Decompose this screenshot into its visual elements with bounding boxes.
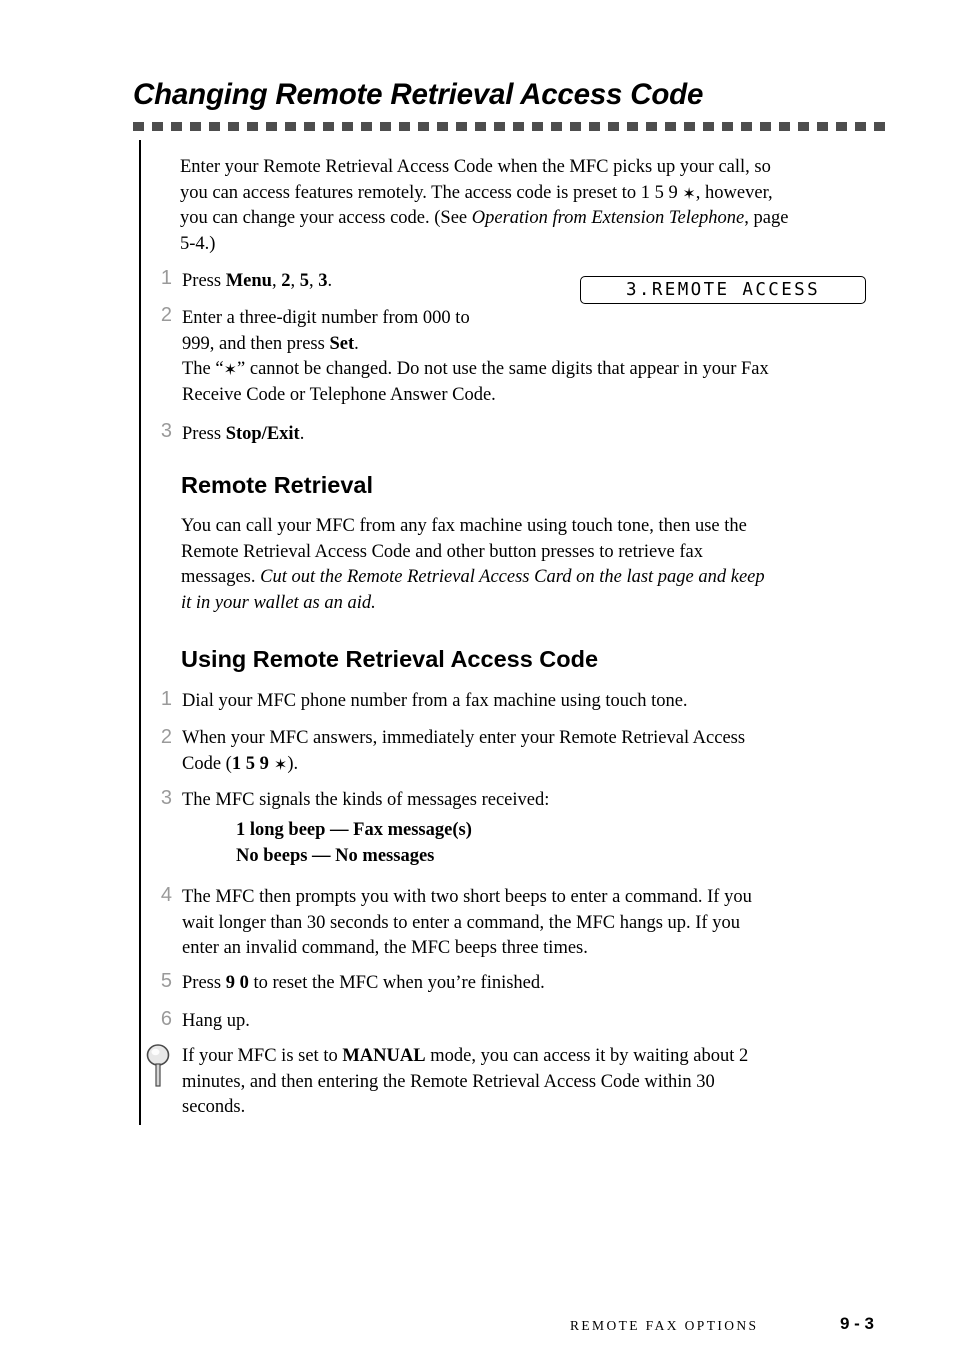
using-step-4-line-3: enter an invalid command, the MFC beeps … bbox=[182, 938, 588, 959]
step-1-key-menu: Menu bbox=[225, 271, 272, 291]
rr-line-3-italic: Cut out the Remote Retrieval Access Card… bbox=[260, 567, 765, 588]
using-step-2-line-1: When your MFC answers, immediately enter… bbox=[182, 728, 746, 748]
using-step-2-text: When your MFC answers, immediately enter… bbox=[182, 726, 888, 777]
intro-reference-italic: Operation from Extension Telephone bbox=[471, 208, 745, 229]
step-number-3: 3 bbox=[160, 420, 172, 442]
note-line-2: minutes, and then entering the Remote Re… bbox=[182, 1071, 715, 1092]
step-2-line-2-pre: 999, and then press bbox=[182, 333, 330, 354]
step-number-1: 1 bbox=[160, 267, 172, 289]
using-step-1-line-1: Dial your MFC phone number from a fax ma… bbox=[182, 691, 688, 711]
intro-line-3a: you can change your access code. (See bbox=[180, 208, 472, 229]
left-vertical-rule bbox=[139, 140, 141, 1125]
remote-retrieval-paragraph: You can call your MFC from any fax machi… bbox=[181, 514, 893, 616]
using-step-2-line-2-post: ). bbox=[287, 753, 299, 774]
step-3-pre: Press bbox=[182, 424, 226, 444]
using-step-number-6: 6 bbox=[160, 1008, 172, 1030]
using-step-number-1: 1 bbox=[160, 688, 172, 710]
using-step-2-line-2-pre: Code ( bbox=[182, 753, 232, 774]
using-step-5-text: Press 9 0 to reset the MFC when you’re f… bbox=[182, 971, 888, 997]
beep-no-messages: No beeps — No messages bbox=[236, 845, 435, 866]
using-step-number-3: 3 bbox=[160, 787, 172, 809]
note-pin-icon bbox=[146, 1044, 170, 1087]
rr-line-3-pre: messages. bbox=[181, 567, 261, 588]
using-step-number-5: 5 bbox=[160, 970, 172, 992]
using-step-number-2: 2 bbox=[160, 726, 172, 748]
manual-page: Changing Remote Retrieval Access Code En… bbox=[0, 0, 954, 1368]
step-2-line-2-post: . bbox=[354, 333, 359, 354]
intro-line-1: Enter your Remote Retrieval Access Code … bbox=[180, 157, 771, 177]
note-line-3: seconds. bbox=[182, 1097, 246, 1118]
using-step-2-code: 1 5 9 bbox=[231, 753, 269, 774]
step-1-sep3: , bbox=[308, 271, 319, 291]
intro-line-3b: , page bbox=[744, 208, 789, 229]
intro-line-2b: , however, bbox=[695, 182, 773, 203]
using-step-4-line-2: wait longer than 30 seconds to enter a c… bbox=[182, 912, 740, 933]
asterisk-glyph: ✶ bbox=[682, 183, 696, 203]
lcd-display: 3.REMOTE ACCESS bbox=[580, 276, 866, 304]
rr-line-1: You can call your MFC from any fax machi… bbox=[181, 516, 747, 536]
footer-page-number: 9 - 3 bbox=[840, 1314, 875, 1333]
step-3-post: . bbox=[299, 424, 305, 444]
step-2-line-3-post: ” cannot be changed. Do not use the same… bbox=[237, 359, 769, 380]
note-text: If your MFC is set to MANUAL mode, you c… bbox=[182, 1044, 888, 1121]
step-2-line-4: Receive Code or Telephone Answer Code. bbox=[182, 384, 496, 405]
using-step-5-post: to reset the MFC when you’re finished. bbox=[248, 973, 545, 993]
intro-line-2a: you can access features remotely. The ac… bbox=[180, 182, 683, 203]
step-2-line-1: Enter a three-digit number from 000 to bbox=[182, 308, 470, 328]
rr-line-4-italic: it in your wallet as an aid. bbox=[181, 592, 376, 613]
step-3-text: Press Stop/Exit. bbox=[182, 422, 582, 448]
step-1-sep2: , bbox=[290, 271, 300, 291]
using-step-6-text: Hang up. bbox=[182, 1009, 888, 1035]
using-step-3-bullets: 1 long beep — Fax message(s) No beeps — … bbox=[236, 818, 836, 869]
heading-using-remote-retrieval-access-code: Using Remote Retrieval Access Code bbox=[181, 646, 599, 672]
intro-line-4: 5-4.) bbox=[180, 233, 216, 254]
rr-line-2: Remote Retrieval Access Code and other b… bbox=[181, 541, 703, 562]
using-step-1-text: Dial your MFC phone number from a fax ma… bbox=[182, 689, 882, 715]
heading-remote-retrieval: Remote Retrieval bbox=[181, 472, 373, 498]
page-title: Changing Remote Retrieval Access Code bbox=[133, 78, 704, 111]
note-line-1-post: mode, you can access it by waiting about… bbox=[425, 1046, 749, 1066]
using-step-3-line-1: The MFC signals the kinds of messages re… bbox=[182, 790, 550, 810]
footer-section-label: REMOTE FAX OPTIONS bbox=[570, 1318, 759, 1333]
asterisk-glyph: ✶ bbox=[268, 754, 288, 774]
using-step-4-line-1: The MFC then prompts you with two short … bbox=[182, 887, 752, 907]
beep-fax-message: 1 long beep — Fax message(s) bbox=[236, 820, 472, 840]
using-step-5-pre: Press bbox=[182, 973, 226, 993]
step-1-sep1: , bbox=[271, 271, 282, 291]
step-3-key-stop-exit: Stop/Exit bbox=[225, 424, 300, 444]
note-line-1-pre: If your MFC is set to bbox=[182, 1046, 343, 1066]
intro-paragraph: Enter your Remote Retrieval Access Code … bbox=[180, 155, 892, 257]
step-2-text: Enter a three-digit number from 000 to 9… bbox=[182, 306, 888, 408]
step-2-key-set: Set bbox=[329, 333, 355, 354]
note-manual-mode: MANUAL bbox=[342, 1046, 426, 1066]
using-step-3-text: The MFC signals the kinds of messages re… bbox=[182, 788, 888, 814]
step-number-2: 2 bbox=[160, 304, 172, 326]
title-dashed-rule bbox=[133, 122, 889, 131]
step-1-post: . bbox=[327, 271, 333, 291]
step-1-text: Press Menu, 2, 5, 3. bbox=[182, 269, 552, 295]
asterisk-glyph: ✶ bbox=[223, 360, 238, 380]
using-step-4-text: The MFC then prompts you with two short … bbox=[182, 885, 888, 962]
using-step-6-line-1: Hang up. bbox=[182, 1011, 250, 1031]
step-1-pre: Press bbox=[182, 271, 226, 291]
using-step-5-key-90: 9 0 bbox=[225, 973, 249, 993]
step-1-key-5: 5 bbox=[299, 271, 309, 291]
using-step-number-4: 4 bbox=[160, 884, 172, 906]
lcd-display-text: 3.REMOTE ACCESS bbox=[625, 280, 821, 300]
step-2-line-3-pre: The “ bbox=[182, 359, 224, 380]
